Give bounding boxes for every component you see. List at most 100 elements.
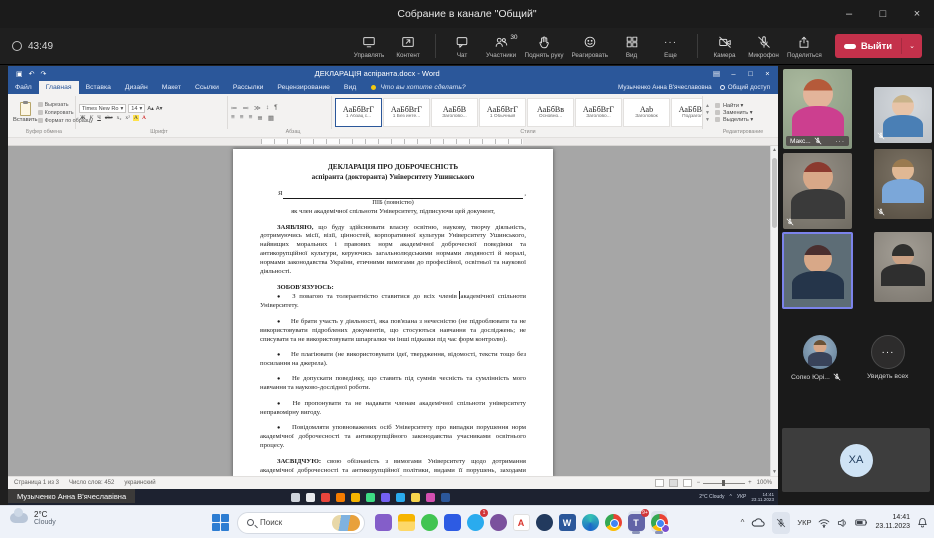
toolbar-manage-button[interactable]: Управлять	[351, 33, 388, 60]
font-name-select[interactable]: Times New Ro▾	[79, 104, 126, 113]
font-format-button[interactable]: abc	[104, 115, 114, 121]
web-layout-icon[interactable]	[683, 479, 692, 487]
tab-view[interactable]: Вид	[337, 81, 363, 94]
style-item[interactable]: АаБбВгГЗаголово...	[575, 98, 622, 127]
document-canvas[interactable]: ДЕКЛАРАЦІЯ ПРО ДОБРОЧЕСНІСТЬ аспіранта (…	[8, 146, 778, 476]
paint-icon[interactable]	[426, 493, 435, 502]
style-item[interactable]: АаБбВвГПодзагол...	[671, 98, 703, 127]
align-right-icon[interactable]: ≡	[249, 114, 254, 121]
acrobat-icon[interactable]: A	[511, 511, 531, 535]
video-tile-1[interactable]: Макс... ···	[783, 69, 852, 149]
styles-scroll-buttons[interactable]: ▲▼▼	[703, 96, 712, 129]
font-format-button[interactable]: Ч	[96, 115, 102, 121]
tell-me-search[interactable]: Что вы хотите сделать?	[363, 81, 473, 94]
viber-icon[interactable]	[381, 493, 390, 502]
toolbar-camera-button[interactable]: Камера	[706, 33, 743, 60]
mic-muted-tray-icon[interactable]	[772, 512, 790, 534]
video-tile-6[interactable]	[874, 232, 932, 302]
notification-bell-icon[interactable]	[917, 517, 928, 528]
word-close-button[interactable]: ×	[759, 69, 776, 78]
chrome-icon[interactable]	[603, 511, 623, 535]
word-restore-button[interactable]: □	[742, 69, 759, 78]
toolbar-raise-hand-button[interactable]: Поднять руку	[522, 33, 567, 60]
telegram-icon[interactable]: 1	[465, 511, 485, 535]
style-item[interactable]: АаБбВвОсновно...	[527, 98, 574, 127]
editing-item[interactable]: Заменить ▾	[715, 110, 773, 116]
battery-icon[interactable]	[855, 518, 868, 527]
style-item[interactable]: АаБбВгГ1 Абзац с...	[335, 98, 382, 127]
see-all-button[interactable]: ···	[871, 335, 905, 369]
initials-tile[interactable]: ХА	[782, 428, 930, 492]
print-layout-icon[interactable]	[669, 479, 678, 487]
taskbar-search[interactable]: Поиск	[237, 512, 365, 534]
tab-design[interactable]: Дизайн	[118, 81, 155, 94]
video-tile-3[interactable]	[783, 153, 852, 229]
undo-icon[interactable]: ↶	[29, 70, 35, 78]
hidden-icons-chevron[interactable]: ^	[741, 518, 745, 527]
tab-review[interactable]: Рецензирование	[270, 81, 336, 94]
calculator-icon[interactable]	[411, 493, 420, 502]
style-item[interactable]: АаБбВЗаголово...	[431, 98, 478, 127]
onedrive-icon[interactable]	[751, 518, 765, 528]
leave-button[interactable]: Выйти ⌄	[835, 34, 922, 58]
align-center-icon[interactable]: ≡	[240, 114, 245, 121]
vertical-scrollbar[interactable]: ▲ ▼	[770, 146, 778, 476]
scrollbar-thumb[interactable]	[772, 158, 777, 228]
app-blue-tile-icon[interactable]	[442, 511, 462, 535]
numbering-icon[interactable]: ≕	[243, 104, 251, 112]
toolbar-microphone-button[interactable]: Микрофон	[745, 33, 782, 60]
tray-chevron-icon[interactable]: ^	[730, 494, 732, 500]
tab-references[interactable]: Ссылки	[188, 81, 226, 94]
clock-mini[interactable]: 14:4123.11.2023	[751, 492, 774, 503]
start-button[interactable]	[212, 514, 229, 531]
window-maximize-button[interactable]: □	[866, 0, 900, 28]
shading-icon[interactable]: ▦	[268, 114, 275, 122]
shrink-font-button[interactable]: А▾	[156, 106, 163, 112]
chrome-profile-icon[interactable]	[649, 511, 669, 535]
whatsapp-icon[interactable]	[419, 511, 439, 535]
language-mini[interactable]: УКР	[737, 494, 746, 500]
quick-access-toolbar[interactable]: ▣ ↶ ↷	[16, 70, 46, 78]
language-indicator[interactable]: украинский	[124, 480, 155, 486]
indent-icon[interactable]: ≫	[254, 104, 262, 112]
toolbar-view-button[interactable]: Вид	[613, 33, 650, 60]
weather-mini[interactable]: 2°C Cloudy	[699, 494, 724, 500]
editing-item[interactable]: Найти ▾	[715, 103, 773, 109]
zoom-level[interactable]: 100%	[757, 480, 772, 486]
whatsapp-icon[interactable]	[366, 493, 375, 502]
style-item[interactable]: АаБбВгГ1 Без инте...	[383, 98, 430, 127]
video-tile-2[interactable]	[874, 87, 932, 143]
word-minimize-button[interactable]: –	[725, 69, 742, 78]
style-item[interactable]: АаbЗаголовок	[623, 98, 670, 127]
style-item[interactable]: АаБбВгГ1 Обычный	[479, 98, 526, 127]
word-icon[interactable]: W	[557, 511, 577, 535]
word-icon[interactable]	[441, 493, 450, 502]
bullets-icon[interactable]: ≔	[231, 104, 239, 112]
tab-insert[interactable]: Вставка	[79, 81, 118, 94]
pilcrow-icon[interactable]: ¶	[274, 104, 279, 111]
ribbon-options-icon[interactable]: ▤	[708, 69, 725, 78]
tab-home[interactable]: Главная	[39, 81, 79, 94]
grow-font-button[interactable]: А▴	[147, 106, 154, 112]
toolbar-content-button[interactable]: Контент	[390, 33, 427, 60]
font-format-button[interactable]: А	[141, 115, 147, 121]
page-indicator[interactable]: Страница 1 из 3	[14, 480, 59, 486]
wifi-icon[interactable]	[818, 518, 830, 528]
tab-layout[interactable]: Макет	[155, 81, 188, 94]
align-left-icon[interactable]: ≡	[231, 114, 236, 121]
video-tile-4[interactable]	[874, 149, 932, 219]
toolbar-participants-button[interactable]: 30Участники	[483, 33, 520, 60]
window-minimize-button[interactable]: –	[832, 0, 866, 28]
font-format-button[interactable]: x₂	[116, 115, 123, 121]
overflow-avatar[interactable]	[803, 335, 837, 369]
save-icon[interactable]: ▣	[16, 70, 23, 78]
teams-icon[interactable]: T9+	[626, 511, 646, 535]
telegram-icon[interactable]	[396, 493, 405, 502]
edge-icon[interactable]	[580, 511, 600, 535]
zoom-slider[interactable]: −+	[697, 480, 752, 486]
chrome-icon[interactable]	[321, 493, 330, 502]
start-icon[interactable]	[291, 493, 300, 502]
tab-mailings[interactable]: Рассылки	[226, 81, 271, 94]
mail-icon[interactable]	[534, 511, 554, 535]
viber-icon[interactable]	[488, 511, 508, 535]
